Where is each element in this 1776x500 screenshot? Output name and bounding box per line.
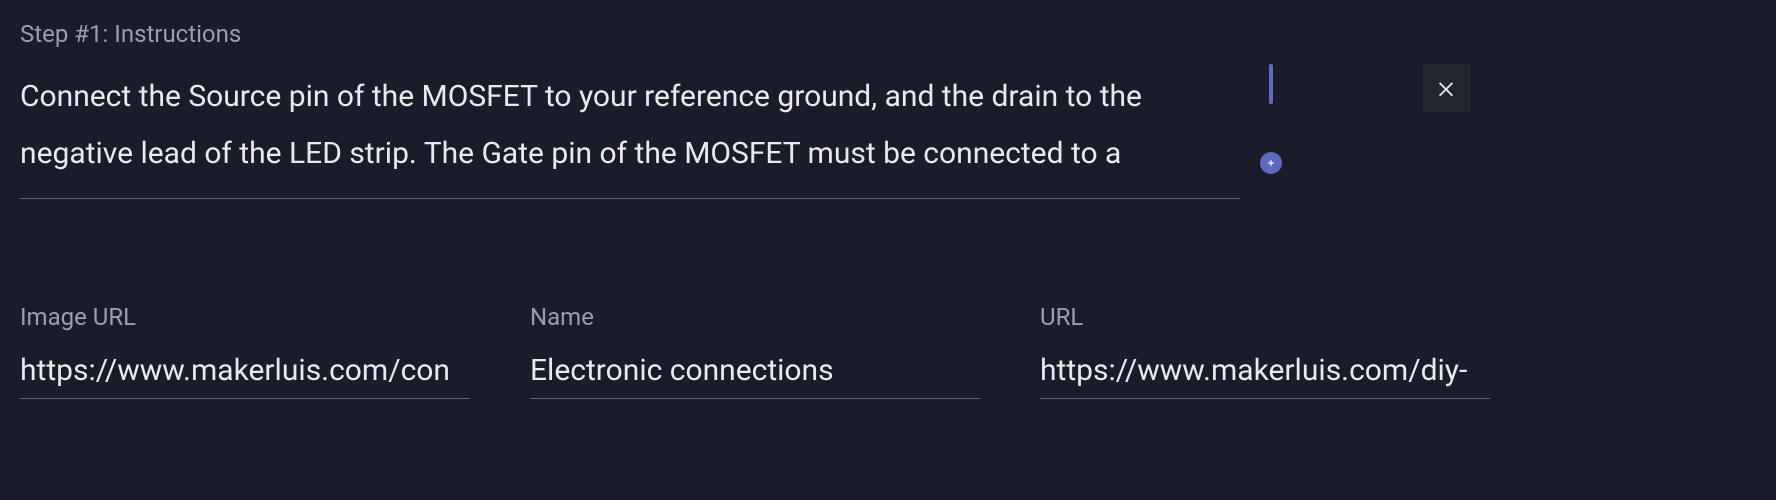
url-input[interactable] bbox=[1040, 343, 1490, 399]
name-field-group: Name bbox=[530, 303, 980, 399]
step-instructions-section: Step #1: Instructions bbox=[20, 20, 1756, 203]
cursor-indicator bbox=[1269, 64, 1273, 104]
step-instructions-label: Step #1: Instructions bbox=[20, 20, 1756, 48]
image-url-label: Image URL bbox=[20, 303, 470, 331]
image-url-field-group: Image URL bbox=[20, 303, 470, 399]
add-button[interactable] bbox=[1260, 152, 1282, 174]
plus-circle-icon bbox=[1264, 156, 1278, 170]
name-label: Name bbox=[530, 303, 980, 331]
fields-row: Image URL Name URL bbox=[20, 303, 1756, 399]
image-url-input[interactable] bbox=[20, 343, 470, 399]
instructions-row bbox=[20, 60, 1756, 203]
instructions-textarea[interactable] bbox=[20, 60, 1240, 199]
name-input[interactable] bbox=[530, 343, 980, 399]
instructions-input-wrapper bbox=[20, 60, 1240, 203]
close-button[interactable] bbox=[1422, 64, 1470, 112]
close-icon bbox=[1435, 77, 1457, 99]
side-controls bbox=[1260, 60, 1282, 174]
url-field-group: URL bbox=[1040, 303, 1490, 399]
url-label: URL bbox=[1040, 303, 1490, 331]
